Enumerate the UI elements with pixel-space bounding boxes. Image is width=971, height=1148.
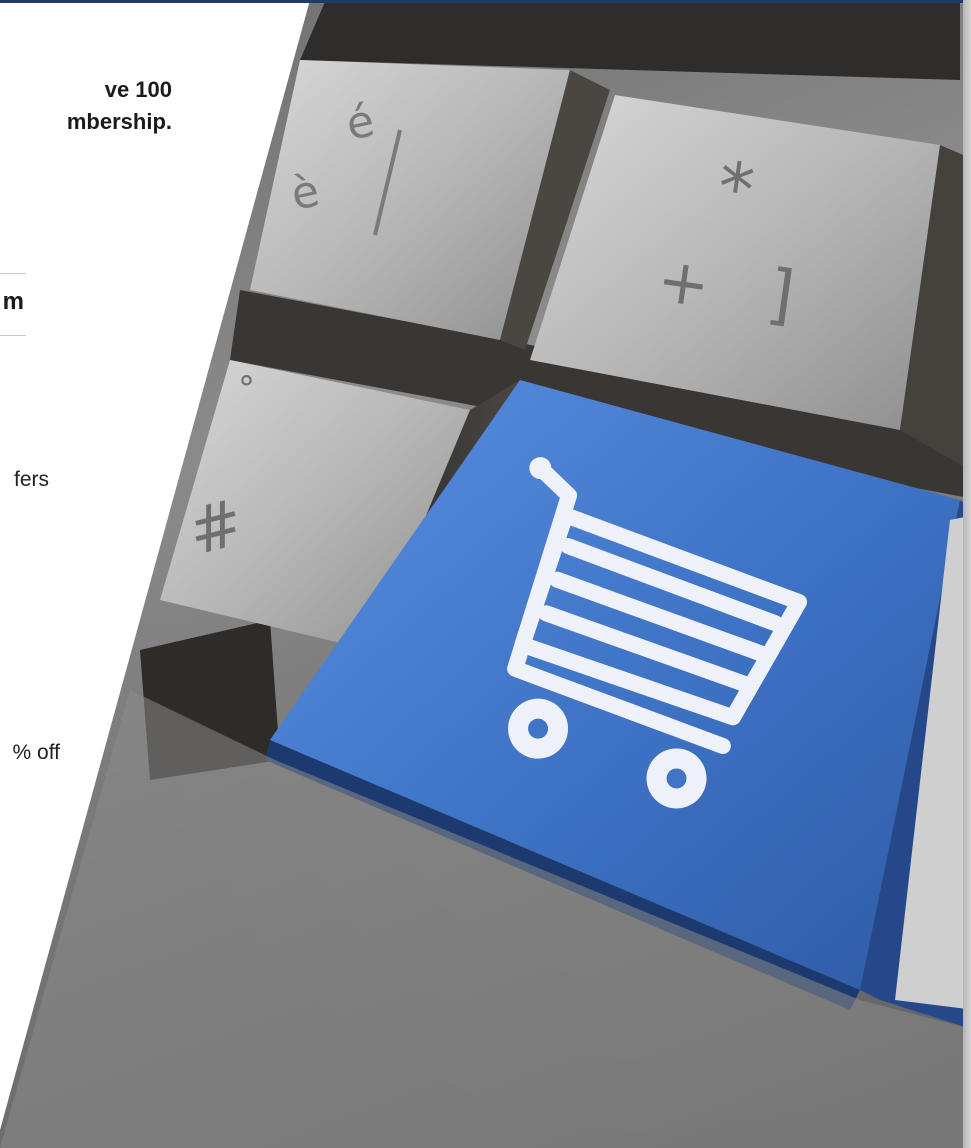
top-accent-bar: [0, 0, 971, 3]
tab-label[interactable]: m: [0, 288, 24, 316]
divider-bottom: [0, 335, 26, 336]
discount-text: % off: [12, 741, 60, 764]
degree-glyph: °: [238, 369, 255, 409]
scrollbar[interactable]: [963, 0, 971, 1148]
offers-text: fers: [13, 468, 49, 491]
promo-headline: ve 100 mbership.: [66, 77, 172, 134]
divider-top: [0, 273, 26, 274]
plus-glyph: +: [653, 243, 715, 323]
